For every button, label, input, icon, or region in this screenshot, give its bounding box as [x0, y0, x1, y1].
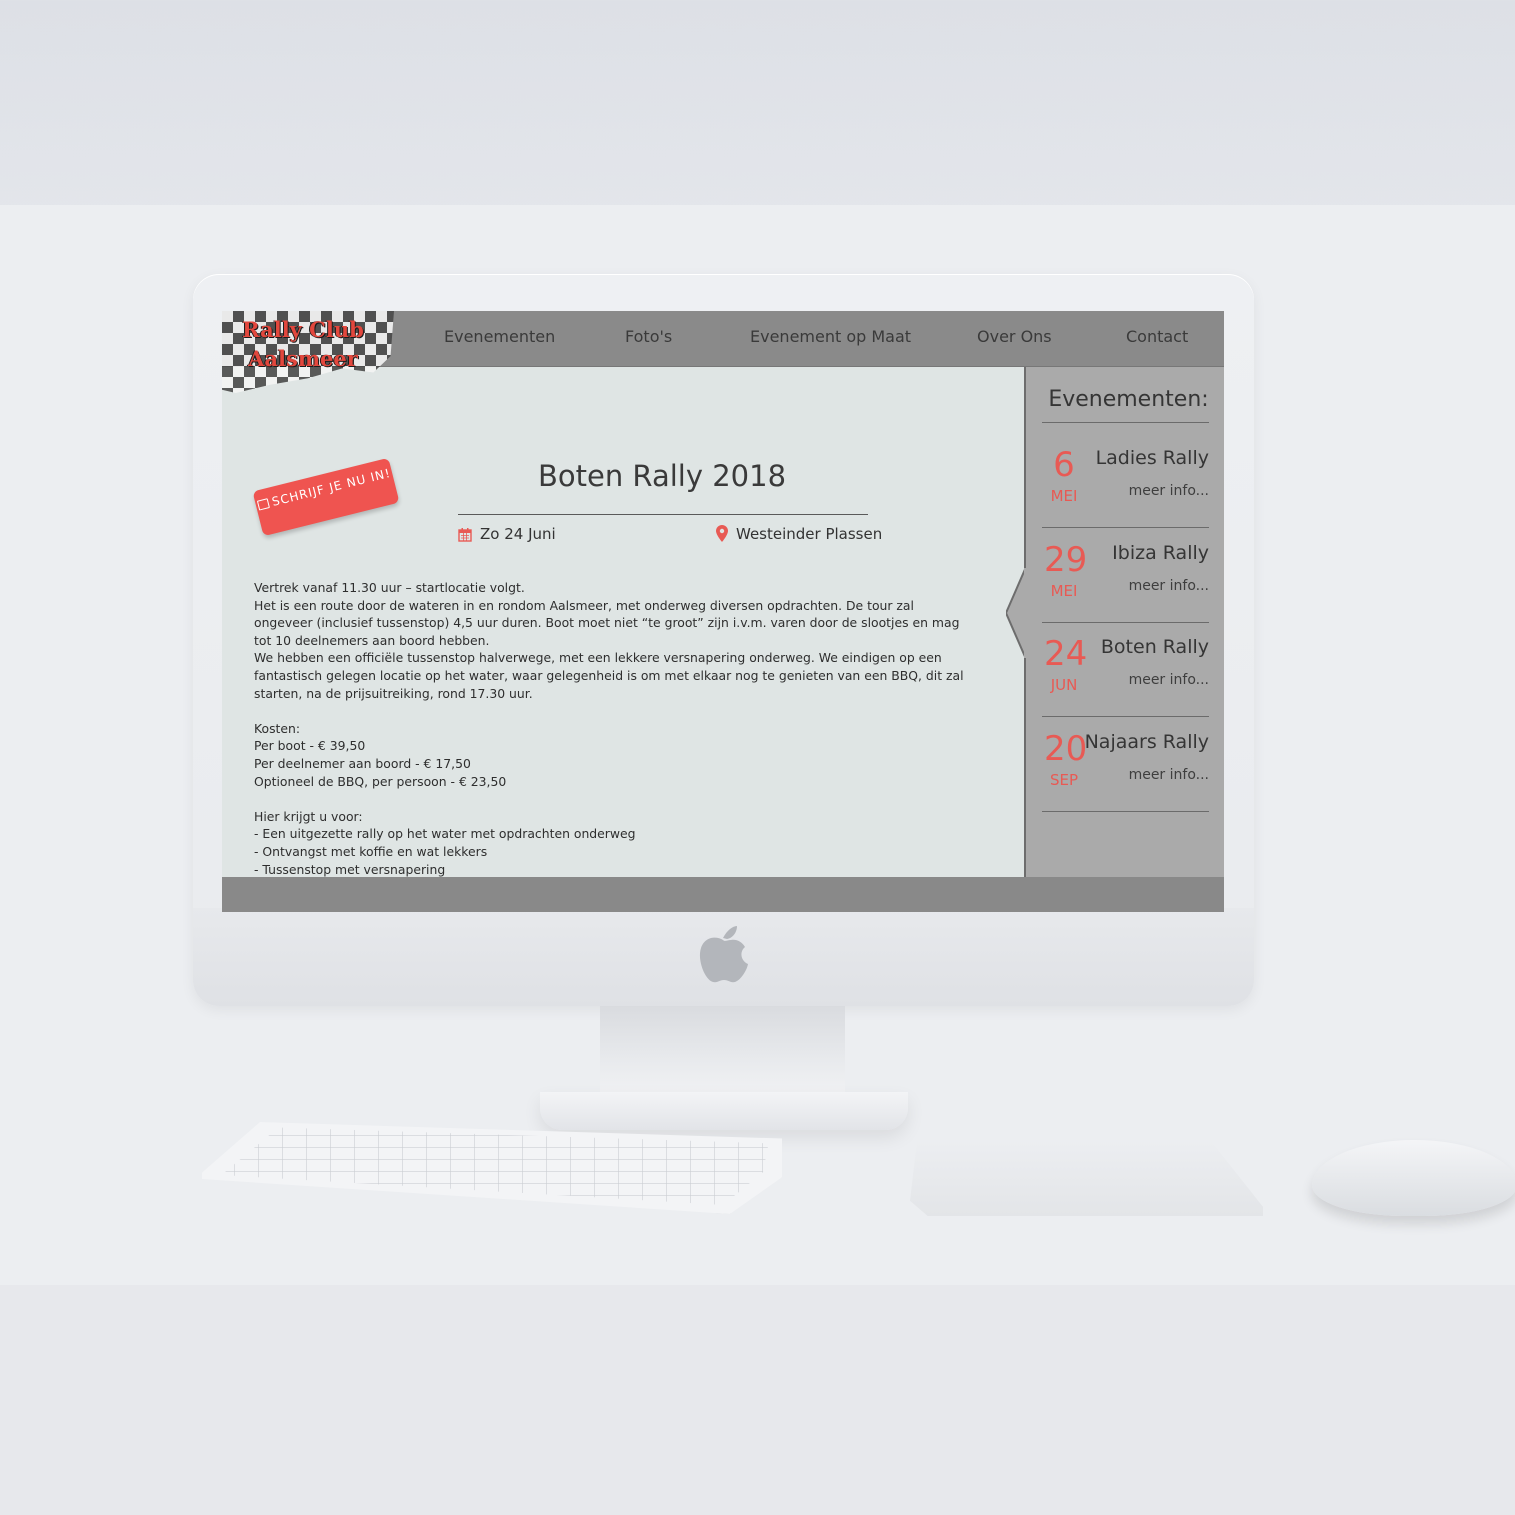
sidebar-event-boten-rally[interactable]: 24 JUN Boten Rally meer info... [1042, 622, 1209, 716]
event-location-text: Westeinder Plassen [736, 525, 883, 543]
calendar-icon [458, 528, 472, 542]
signup-button[interactable]: SCHRIJF JE NU IN! [252, 457, 400, 537]
nav-item-over-ons[interactable]: Over Ons [977, 327, 1052, 346]
events-sidebar: Evenementen: 6 MEI Ladies Rally meer inf… [1024, 367, 1224, 877]
event-detail-content: SCHRIJF JE NU IN! Boten Rally 2018 Zo 24… [222, 367, 1024, 894]
signup-button-label: SCHRIJF JE NU IN! [270, 465, 393, 509]
more-info-link[interactable]: meer info... [1129, 672, 1209, 688]
map-pin-icon [716, 525, 728, 542]
page-title: Boten Rally 2018 [537, 459, 787, 493]
imac-stand-neck [600, 1006, 845, 1096]
description-paragraph: Vertrek vanaf 11.30 uur – startlocatie v… [254, 580, 964, 701]
event-name: Ibiza Rally [1112, 542, 1209, 564]
sidebar-divider [1042, 422, 1209, 423]
more-info-link[interactable]: meer info... [1129, 767, 1209, 783]
event-month: JUN [1050, 676, 1078, 694]
site-logo[interactable]: Rally Club Aalsmeer [222, 311, 394, 393]
active-event-pointer [1006, 567, 1026, 659]
sidebar-title: Evenementen: [1048, 387, 1209, 412]
event-day: 20 [1044, 729, 1088, 769]
event-name: Ladies Rally [1095, 447, 1209, 469]
event-month: MEI [1050, 582, 1078, 600]
sidebar-event-najaars-rally[interactable]: 20 SEP Najaars Rally meer info... [1042, 717, 1209, 811]
event-day: 29 [1044, 540, 1088, 580]
apple-logo-icon [699, 926, 748, 983]
desktop-mockup-scene: Evenementen Foto's Evenement op Maat Ove… [0, 0, 1515, 1515]
nav-item-contact[interactable]: Contact [1126, 327, 1188, 346]
event-month: MEI [1050, 487, 1078, 505]
event-description: Vertrek vanaf 11.30 uur – startlocatie v… [254, 579, 974, 896]
event-month: SEP [1049, 771, 1079, 789]
event-date: Zo 24 Juni [458, 525, 556, 543]
event-name: Najaars Rally [1084, 731, 1209, 753]
event-location: Westeinder Plassen [716, 525, 882, 543]
background-floor [0, 1285, 1515, 1515]
more-info-link[interactable]: meer info... [1129, 578, 1209, 594]
imac-screen: Evenementen Foto's Evenement op Maat Ove… [222, 311, 1224, 912]
event-day: 6 [1053, 445, 1075, 485]
nav-item-evenementen[interactable]: Evenementen [444, 327, 555, 346]
sidebar-event-ladies-rally[interactable]: 6 MEI Ladies Rally meer info... [1042, 433, 1209, 527]
event-name: Boten Rally [1100, 636, 1209, 658]
edit-icon [256, 498, 270, 511]
sidebar-divider [1042, 811, 1209, 812]
nav-item-evenement-op-maat[interactable]: Evenement op Maat [750, 327, 911, 346]
title-divider [458, 514, 868, 515]
main-nav: Evenementen Foto's Evenement op Maat Ove… [444, 311, 1224, 367]
trackpad [910, 1140, 1263, 1216]
imac-stand-base [540, 1092, 908, 1130]
event-day: 24 [1044, 634, 1088, 674]
nav-item-fotos[interactable]: Foto's [625, 327, 672, 346]
logo-text: Rally Club Aalsmeer [242, 317, 364, 371]
event-date-text: Zo 24 Juni [480, 525, 556, 543]
costs-paragraph: Kosten: Per boot - € 39,50 Per deelnemer… [254, 720, 507, 789]
sidebar-event-ibiza-rally[interactable]: 29 MEI Ibiza Rally meer info... [1042, 528, 1209, 622]
site-footer [222, 877, 1224, 912]
more-info-link[interactable]: meer info... [1129, 483, 1209, 499]
